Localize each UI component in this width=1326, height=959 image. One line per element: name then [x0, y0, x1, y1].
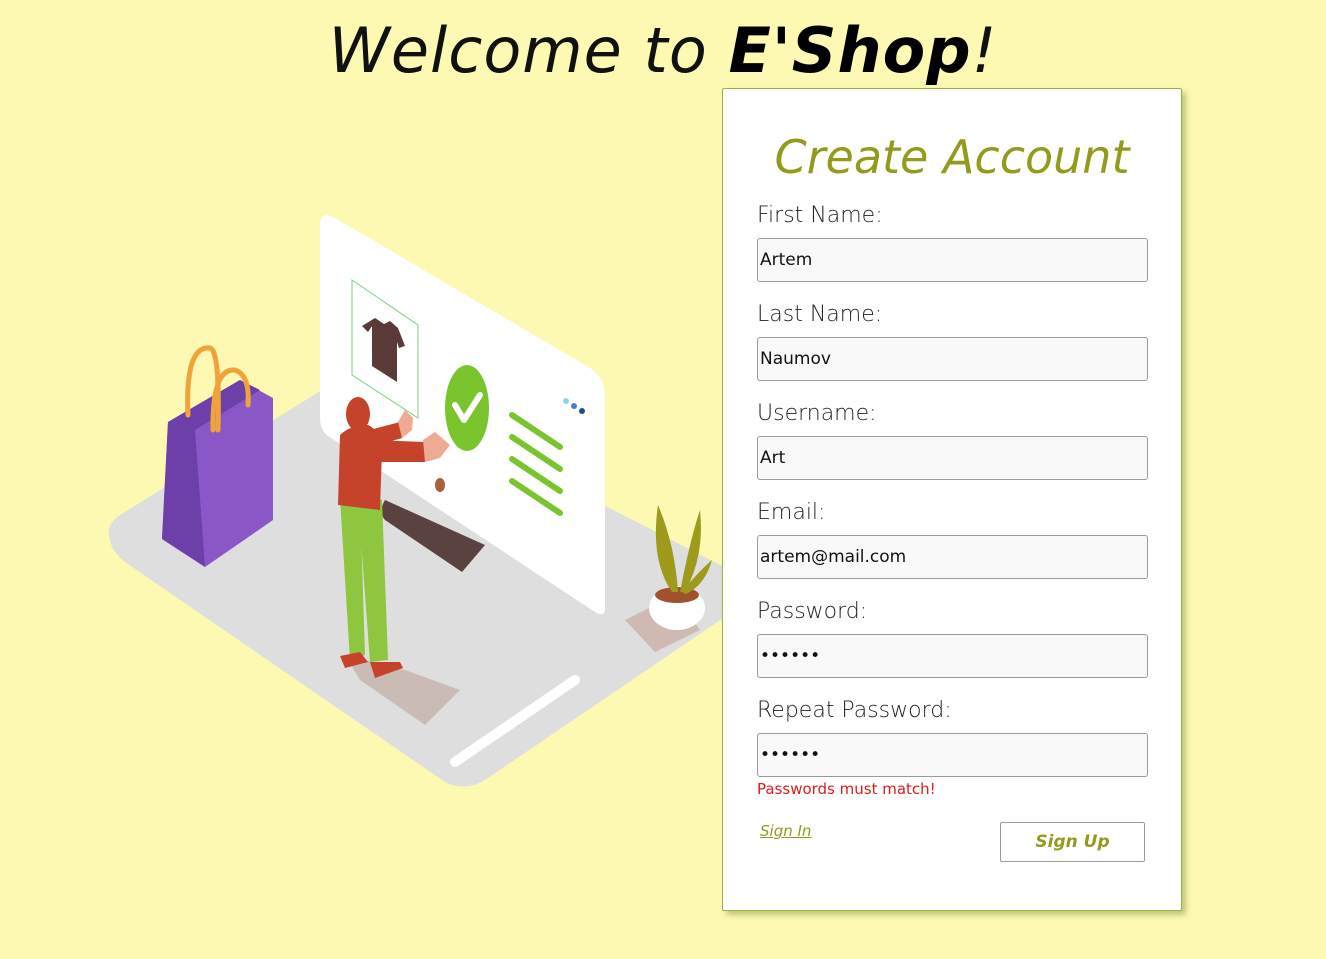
username-label: Username: — [757, 401, 877, 426]
repeat-password-input[interactable] — [757, 733, 1148, 777]
first-name-label: First Name: — [757, 203, 883, 228]
checkmark-circle-icon — [445, 365, 489, 451]
sign-up-button[interactable]: Sign Up — [1000, 822, 1145, 862]
last-name-input[interactable] — [757, 337, 1148, 381]
brand-name: E'Shop — [728, 14, 972, 87]
repeat-password-label: Repeat Password: — [757, 698, 952, 723]
repeat-password-field-group: Repeat Password: — [757, 697, 1148, 777]
username-input[interactable] — [757, 436, 1148, 480]
status-dot — [579, 408, 585, 414]
signup-page: Welcome to E'Shop! Create Account First … — [0, 0, 1326, 959]
create-account-card: Create Account First Name: Last Name: Us… — [722, 88, 1182, 911]
email-input[interactable] — [757, 535, 1148, 579]
password-mismatch-error: Passwords must match! — [757, 780, 936, 798]
password-field-group: Password: — [757, 598, 1148, 678]
password-input[interactable] — [757, 634, 1148, 678]
cursor-mark — [435, 478, 445, 492]
first-name-field-group: First Name: — [757, 202, 1148, 282]
username-field-group: Username: — [757, 400, 1148, 480]
last-name-label: Last Name: — [757, 302, 883, 327]
status-dot — [571, 403, 577, 409]
first-name-input[interactable] — [757, 238, 1148, 282]
welcome-heading: Welcome to E'Shop! — [0, 14, 1326, 88]
shopping-illustration — [108, 215, 742, 787]
welcome-suffix: ! — [971, 14, 998, 87]
form-title: Create Account — [774, 130, 1130, 184]
email-label: Email: — [757, 500, 826, 525]
password-label: Password: — [757, 599, 868, 624]
email-field-group: Email: — [757, 499, 1148, 579]
welcome-prefix: Welcome to — [328, 14, 729, 87]
status-dot — [563, 398, 569, 404]
sign-in-link[interactable]: Sign In — [760, 822, 811, 840]
last-name-field-group: Last Name: — [757, 301, 1148, 381]
